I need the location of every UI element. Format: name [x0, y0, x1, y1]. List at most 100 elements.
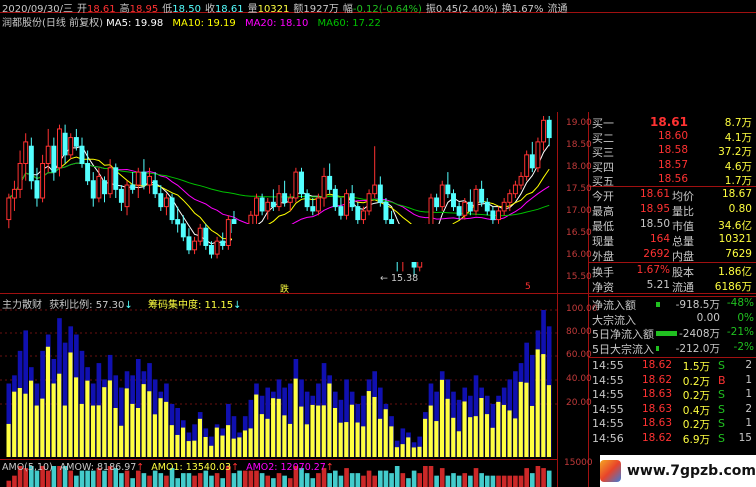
indicator-bar-yellow: [102, 387, 107, 457]
volume-bar: [180, 473, 186, 487]
stat-label: 总量: [672, 235, 694, 248]
indicator-bar-yellow: [113, 408, 118, 457]
tick-volume: 0.2万: [682, 375, 710, 388]
ma5-value: MA5: 19.98: [106, 18, 164, 29]
volume-bar: [344, 468, 349, 487]
volume-bar: [237, 470, 242, 487]
indicator-bar-yellow: [496, 401, 501, 457]
indicator-bar-yellow: [152, 414, 157, 457]
indicator-bar-yellow: [254, 394, 259, 457]
candle-body: [535, 141, 541, 169]
indicator-bar-yellow: [439, 379, 445, 457]
stock-title[interactable]: 润都股份(日线 前复权): [2, 18, 103, 29]
candle-body: [107, 167, 113, 195]
candle-body: [45, 145, 51, 164]
tick-side: S: [718, 388, 725, 401]
candle-body: [383, 201, 389, 221]
flow-bar: [656, 302, 660, 307]
tick-time: 14:55: [592, 417, 624, 430]
indicator-bar-yellow: [400, 444, 405, 457]
indicator-bar-yellow: [192, 440, 197, 457]
volume-bar: [304, 473, 310, 487]
indicator-bar-yellow: [271, 398, 276, 457]
indicator-tick: 60.00: [566, 350, 592, 360]
volume-bar: [411, 470, 417, 487]
stat-value: 1.86亿: [718, 266, 752, 278]
candle-body: [434, 197, 440, 208]
candle-body: [484, 201, 490, 212]
up-arrow-icon: ↑: [231, 462, 240, 473]
tick-side: S: [718, 402, 725, 416]
indicator-bar-yellow: [518, 381, 523, 457]
indicator-bar-yellow: [462, 401, 467, 457]
candle-body: [197, 227, 203, 242]
volume-bar: [79, 470, 85, 487]
tick-count: 2: [745, 359, 752, 371]
indicator-bar-yellow: [423, 418, 428, 457]
candle-body: [451, 193, 456, 208]
volume-bar: [74, 475, 79, 487]
candle-body: [496, 210, 501, 221]
tick-count: 1: [745, 417, 752, 429]
flow-percent: -2%: [733, 340, 754, 353]
flow-value: -212.0万: [675, 342, 720, 355]
turnover-label: 换: [501, 4, 512, 15]
volume-bar: [90, 470, 96, 487]
volume-bar: [164, 475, 169, 487]
orderbook-volume: 4.6万: [724, 160, 752, 173]
candle-body: [147, 175, 153, 186]
indicator-bar-yellow: [147, 391, 152, 457]
indicator-title[interactable]: 主力散财: [2, 300, 42, 311]
indicator-bar-yellow: [12, 391, 17, 457]
site-logo-icon: [600, 460, 621, 482]
stat-value: 18.67: [721, 188, 752, 200]
indicator-bar-yellow: [68, 352, 73, 457]
header-bar: 2020/09/30/三 开18.61 高18.95 低18.50 收18.61 量103…: [2, 0, 572, 15]
volume-bar: [130, 478, 135, 487]
indicator-bar-yellow: [175, 434, 180, 457]
candle-body: [40, 162, 46, 199]
volume-bar: [445, 475, 451, 487]
candle-body: [456, 206, 462, 216]
candle-body: [529, 154, 535, 169]
stat-value: 1.67%: [636, 264, 670, 276]
volume-bar: [203, 470, 209, 487]
indicator-bar-yellow: [226, 425, 231, 457]
candle-body: [57, 128, 62, 169]
volume-bar: [259, 473, 265, 487]
candle-body: [270, 201, 276, 208]
candle-body: [501, 201, 507, 212]
indicator-bars: [6, 310, 552, 457]
tick-volume: 0.4万: [682, 404, 710, 417]
candle-body: [214, 240, 220, 255]
price-tick: 15.50: [566, 272, 592, 282]
indicator-bar-yellow: [34, 405, 39, 457]
candle-body: [152, 180, 158, 195]
ma-legend: 润都股份(日线 前复权) MA5: 19.98 MA10: 19.19 MA20…: [2, 14, 381, 29]
amo-title[interactable]: AMO(5,10): [2, 462, 53, 473]
ma60-value: MA60: 17.22: [317, 18, 381, 29]
volume-bar: [484, 475, 490, 487]
indicator-tick: 20.00: [566, 398, 592, 408]
candle-body: [304, 193, 310, 208]
indicator-bar-yellow: [214, 427, 219, 457]
indicator-bar-yellow: [107, 380, 112, 457]
stat-label: 最低: [592, 220, 614, 233]
volume-bar: [361, 475, 366, 487]
indicator-bar-yellow: [349, 404, 354, 457]
candle-body: [203, 227, 209, 246]
volume-bar: [124, 470, 130, 487]
low-price-marker: ← 15.38: [380, 273, 419, 284]
volume-bar: [85, 470, 90, 487]
tick-side: S: [718, 359, 725, 372]
volume-bar: [529, 473, 535, 487]
indicator-header: 主力散财 获利比例: 57.30↓ 筹码集中度: 11.15↓: [2, 296, 242, 311]
tick-volume: 6.9万: [682, 433, 710, 446]
flow-label: 5日大宗流入: [592, 342, 654, 356]
orderbook-price: 18.56: [657, 173, 688, 185]
tick-volume: 0.2万: [682, 419, 710, 431]
indicator-bar-yellow: [355, 422, 360, 457]
indicator-bar-yellow: [119, 425, 124, 457]
candle-body: [473, 188, 479, 212]
candle-body: [62, 132, 68, 156]
